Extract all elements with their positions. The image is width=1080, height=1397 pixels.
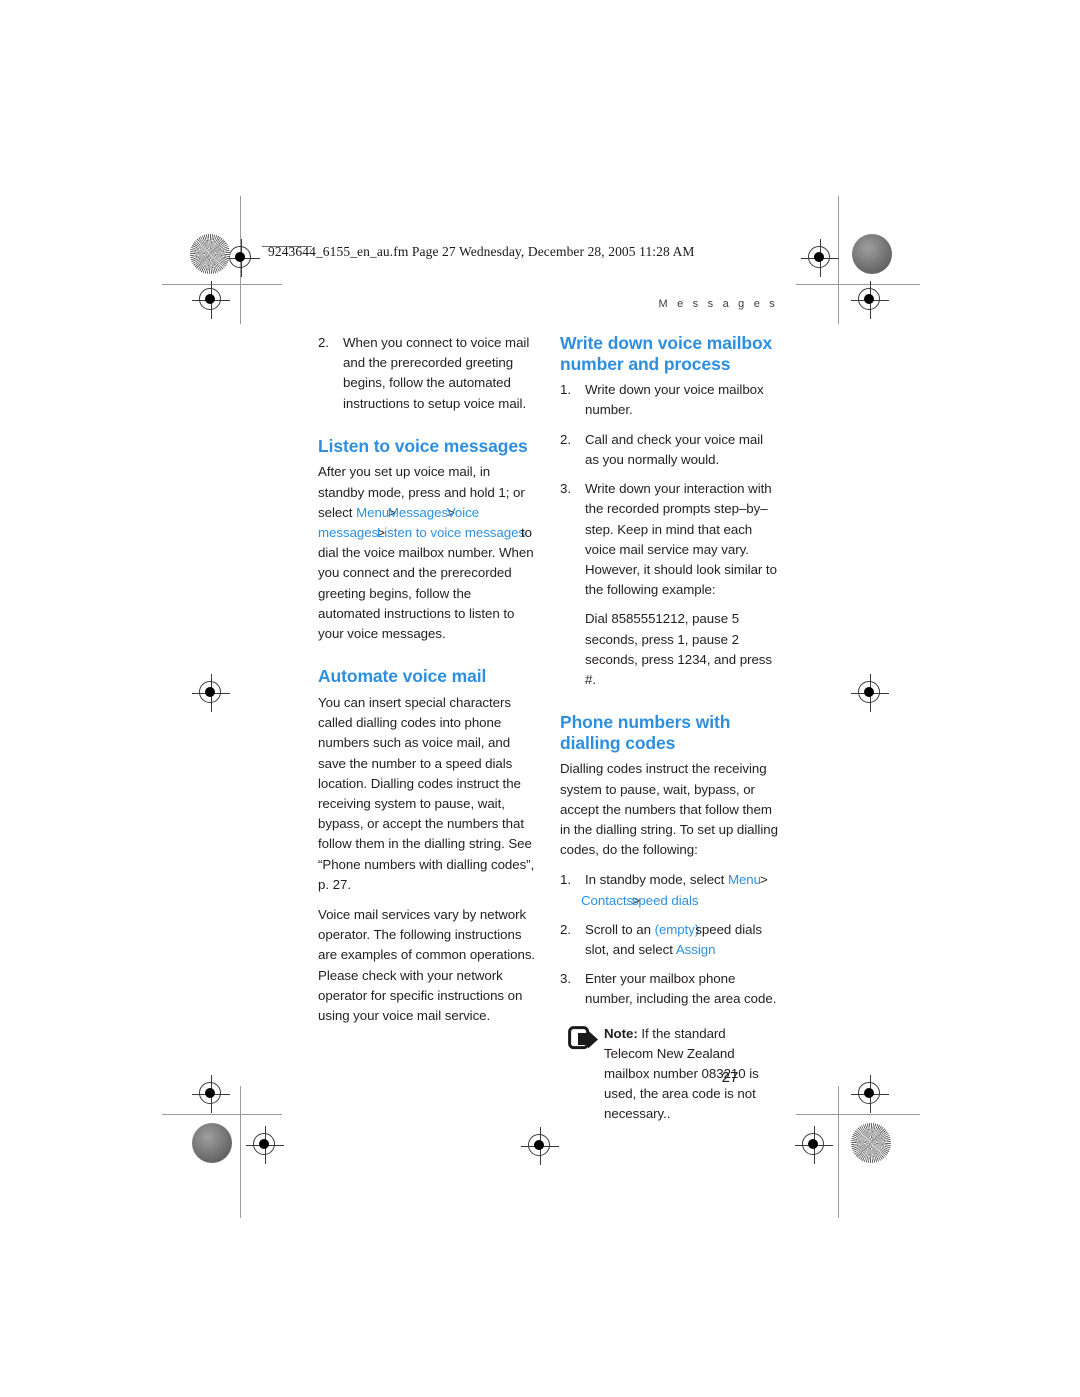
crop-line-horizontal-left-bottom: [162, 1114, 282, 1115]
star-target-top-right: [852, 234, 892, 274]
running-head: M e s s a g e s: [658, 298, 778, 310]
registration-mark-bottom-left-inner: [246, 1126, 284, 1164]
crop-line-vertical-left-bottom: [240, 1086, 241, 1218]
paragraph-dialling-codes-intro: Dialling codes instruct the receiving sy…: [560, 761, 778, 858]
step-text-lead: In standby mode, select: [585, 872, 728, 888]
list-item: 3. Write down your interaction with the r…: [560, 479, 778, 690]
heading-listen-to-voice-messages: Listen to voice messages: [318, 435, 528, 456]
dialling-codes-steps: 1. In standby mode, select Menu>Contacts>…: [560, 870, 778, 1009]
step-text: Write down your voice mailbox number.: [585, 382, 764, 418]
step-number: 2.: [560, 431, 571, 447]
registration-mark-left-lower: [192, 1075, 230, 1113]
write-down-steps: 1. Write down your voice mailbox number. …: [560, 380, 778, 690]
registration-mark-bottom-center: [521, 1127, 559, 1165]
star-target-top-left: [190, 234, 230, 274]
paragraph-listen-instructions: After you set up voice mail, in standby …: [318, 462, 536, 644]
film-slug-line: 9243644_6155_en_au.fm Page 27 Wednesday,…: [268, 244, 695, 259]
note-label: Note:: [604, 1025, 638, 1041]
ui-messages: Messages: [387, 504, 449, 520]
ui-listen-to-voice-messages: Listen to voice messages: [376, 525, 526, 541]
ui-menu: Menu: [356, 504, 390, 520]
ui-speed-dials: speed dials: [631, 892, 699, 908]
list-item: 2. Scroll to an (empty)speed dials slot, …: [560, 920, 778, 960]
list-item: 2. Call and check your voice mail as you …: [560, 430, 778, 470]
ui-empty-slot: (empty): [654, 921, 700, 937]
step-number: 2.: [318, 335, 329, 350]
registration-mark-right-upper: [851, 281, 889, 319]
list-item: 1. Write down your voice mailbox number.: [560, 380, 778, 420]
list-item: 3. Enter your mailbox phone number, inclu…: [560, 969, 778, 1009]
registration-mark-top-right-inner: [801, 239, 839, 277]
step-number: 3.: [560, 971, 571, 987]
step-number: 2.: [560, 921, 571, 937]
ui-assign: Assign: [675, 942, 716, 958]
step-number: 3.: [560, 481, 571, 497]
two-column-layout: 2. When you connect to voice mail and the…: [318, 333, 778, 1125]
step-text: Write down your interaction with the rec…: [585, 481, 777, 598]
list-item: 2. When you connect to voice mail and the…: [318, 333, 536, 414]
registration-mark-bottom-right-inner: [795, 1126, 833, 1164]
note-arrow-icon: [568, 1025, 600, 1052]
setup-voicemail-steps: 2. When you connect to voice mail and the…: [318, 333, 536, 414]
step-text: When you connect to voice mail and the p…: [343, 335, 530, 411]
heading-write-down-voice-mailbox: Write down voice mailbox number and proc…: [560, 333, 773, 374]
heading-phone-numbers-with-dialling-codes: Phone numbers with dialling codes: [560, 712, 731, 753]
right-column: Write down voice mailbox number and proc…: [560, 333, 778, 1125]
registration-mark-left-middle: [192, 674, 230, 712]
step-text-lead: Scroll to an: [585, 921, 655, 937]
page-number: 27: [721, 1069, 739, 1086]
star-target-bottom-right: [851, 1123, 891, 1163]
paragraph-automate-1: You can insert special characters called…: [318, 694, 535, 892]
ui-menu: Menu: [727, 872, 761, 888]
heading-automate-voice-mail: Automate voice mail: [318, 666, 487, 687]
menu-chevron-icon: >: [760, 872, 768, 888]
crop-line-vertical-right-bottom: [838, 1086, 839, 1218]
list-item: 1. In standby mode, select Menu>Contacts>…: [560, 870, 778, 910]
registration-mark-right-middle: [851, 674, 889, 712]
step-text: Enter your mailbox phone number, includi…: [585, 971, 777, 1007]
step-number: 1.: [560, 872, 571, 888]
registration-mark-right-lower: [851, 1075, 889, 1113]
listen-text-tail: to dial the voice mailbox number. When y…: [318, 525, 534, 642]
paragraph-automate-2: Voice mail services vary by network oper…: [318, 906, 536, 1023]
dialling-example-text: Dial 8585551212, pause 5 seconds, press …: [585, 611, 772, 687]
star-target-bottom-left: [192, 1123, 232, 1163]
ui-contacts: Contacts: [581, 892, 634, 908]
step-text: Call and check your voice mail as you no…: [585, 431, 764, 467]
left-column: 2. When you connect to voice mail and the…: [318, 333, 536, 1036]
crop-line-horizontal-right-bottom: [796, 1114, 920, 1115]
page-content: 2. When you connect to voice mail and the…: [318, 333, 778, 1125]
step-number: 1.: [560, 382, 571, 398]
